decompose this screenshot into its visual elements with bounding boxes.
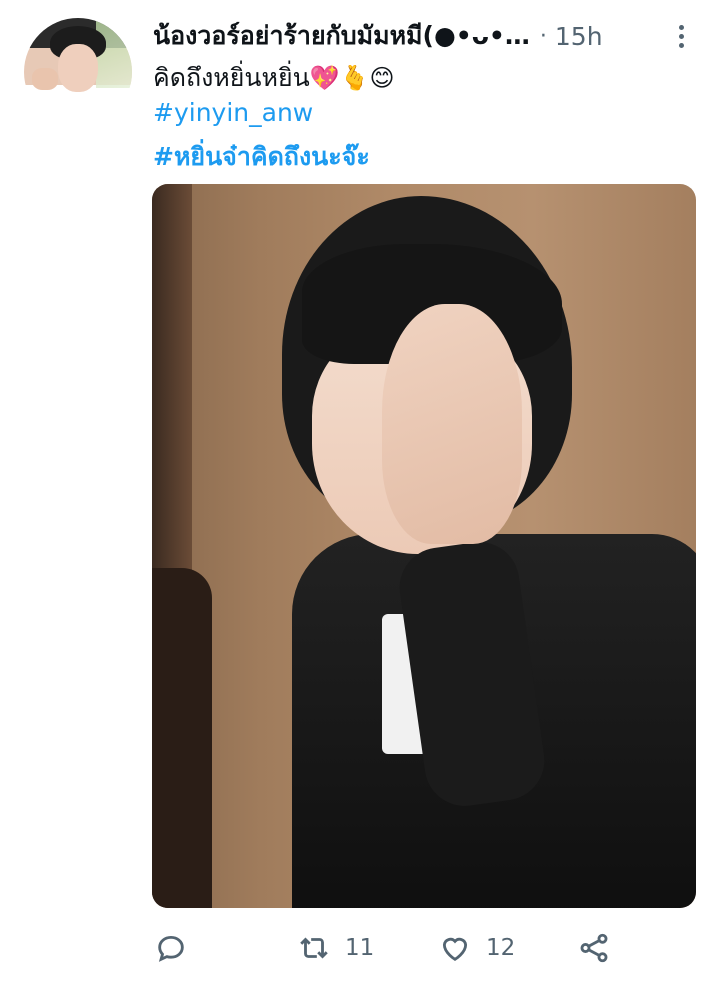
reply-button[interactable] — [154, 922, 202, 974]
hashtag-line-2: #หยิ่นจ๋าคิดถึงนะจ๊ะ — [153, 137, 370, 177]
hashtag-link[interactable]: #yinyin_anw — [153, 98, 313, 127]
tweet-text: คิดถึงหยิ่นหยิ่น — [153, 63, 310, 92]
tweet-actions: 11 12 — [152, 922, 622, 974]
tweet-header: น้องวอร์อย่าร้ายกับมัมหมี(●•ᴗ•… · 15h — [153, 16, 693, 56]
separator-dot: · — [539, 23, 547, 49]
like-count: 12 — [486, 935, 516, 961]
retweet-count: 11 — [345, 935, 375, 961]
tweet-photo[interactable] — [152, 184, 696, 908]
tweet-text-line: คิดถึงหยิ่นหยิ่น💖🫰😊 — [153, 58, 395, 98]
like-button[interactable]: 12 — [438, 922, 515, 974]
hashtag-line-1: #yinyin_anw — [153, 98, 313, 127]
timestamp[interactable]: 15h — [555, 22, 603, 51]
hashtag-link[interactable]: #หยิ่นจ๋าคิดถึงนะจ๊ะ — [153, 142, 370, 171]
tweet-emojis: 💖🫰😊 — [309, 64, 395, 92]
reply-icon — [158, 935, 184, 962]
retweet-button[interactable]: 11 — [297, 922, 374, 974]
avatar[interactable] — [24, 18, 132, 126]
more-vertical-icon[interactable] — [669, 20, 693, 52]
share-icon — [580, 933, 608, 963]
tweet-card: น้องวอร์อย่าร้ายกับมัมหมี(●•ᴗ•… · 15h คิ… — [0, 0, 719, 983]
display-name[interactable]: น้องวอร์อย่าร้ายกับมัมหมี(●•ᴗ•… — [153, 16, 530, 56]
heart-icon — [442, 937, 468, 961]
retweet-icon — [300, 937, 328, 959]
share-button[interactable] — [577, 922, 611, 974]
